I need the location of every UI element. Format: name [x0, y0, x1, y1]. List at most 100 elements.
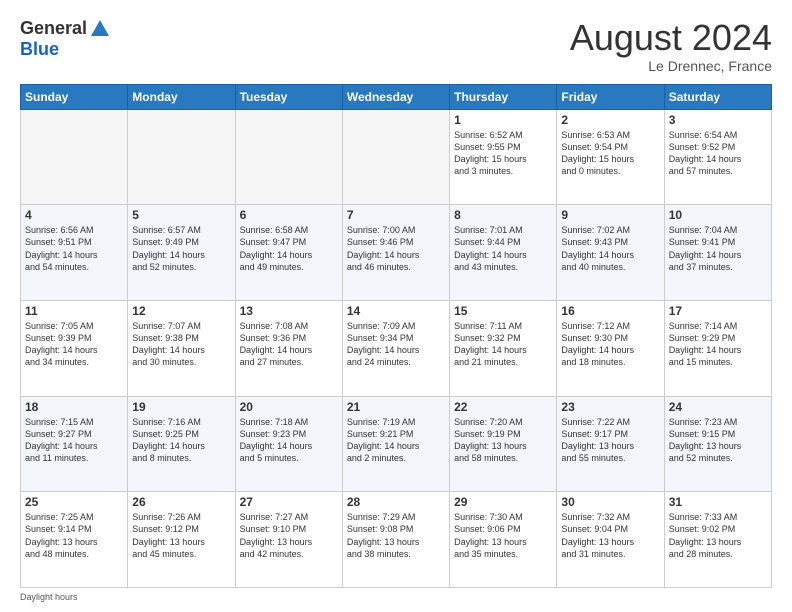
col-header-tuesday: Tuesday: [235, 84, 342, 109]
calendar-cell: 9 Sunrise: 7:02 AMSunset: 9:43 PMDaylight…: [557, 205, 664, 301]
day-number: 23: [561, 400, 659, 414]
col-header-wednesday: Wednesday: [342, 84, 449, 109]
day-number: 10: [669, 208, 767, 222]
calendar-cell: [128, 109, 235, 205]
day-number: 5: [132, 208, 230, 222]
day-number: 15: [454, 304, 552, 318]
day-info: Sunrise: 7:14 AMSunset: 9:29 PMDaylight:…: [669, 320, 767, 369]
day-number: 3: [669, 113, 767, 127]
calendar-cell: 13 Sunrise: 7:08 AMSunset: 9:36 PMDayligh…: [235, 300, 342, 396]
day-number: 4: [25, 208, 123, 222]
calendar-week-5: 25Sunrise: 7:25 AMSunset: 9:14 PMDayligh…: [21, 492, 772, 588]
footer: Daylight hours: [20, 592, 772, 602]
calendar-week-4: 18 Sunrise: 7:15 AMSunset: 9:27 PMDayligh…: [21, 396, 772, 492]
day-info: Sunrise: 7:02 AMSunset: 9:43 PMDaylight:…: [561, 224, 659, 273]
day-info: Sunrise: 7:04 AMSunset: 9:41 PMDaylight:…: [669, 224, 767, 273]
calendar-cell: 19 Sunrise: 7:16 AMSunset: 9:25 PMDayligh…: [128, 396, 235, 492]
day-info: Sunrise: 7:16 AMSunset: 9:25 PMDaylight:…: [132, 416, 230, 465]
calendar-cell: 16Sunrise: 7:12 AMSunset: 9:30 PMDayligh…: [557, 300, 664, 396]
day-number: 19: [132, 400, 230, 414]
calendar-cell: 23 Sunrise: 7:22 AMSunset: 9:17 PMDayligh…: [557, 396, 664, 492]
calendar-cell: 14 Sunrise: 7:09 AMSunset: 9:34 PMDayligh…: [342, 300, 449, 396]
daylight-label: Daylight hours: [20, 592, 78, 602]
day-number: 28: [347, 495, 445, 509]
day-info: Sunrise: 6:57 AMSunset: 9:49 PMDaylight:…: [132, 224, 230, 273]
calendar-week-3: 11 Sunrise: 7:05 AMSunset: 9:39 PMDayligh…: [21, 300, 772, 396]
day-info: Sunrise: 7:01 AMSunset: 9:44 PMDaylight:…: [454, 224, 552, 273]
logo: General Blue: [20, 18, 111, 60]
calendar-cell: 31 Sunrise: 7:33 AMSunset: 9:02 PMDayligh…: [664, 492, 771, 588]
calendar-cell: 18 Sunrise: 7:15 AMSunset: 9:27 PMDayligh…: [21, 396, 128, 492]
calendar-cell: 8 Sunrise: 7:01 AMSunset: 9:44 PMDaylight…: [450, 205, 557, 301]
day-number: 2: [561, 113, 659, 127]
day-info: Sunrise: 7:29 AMSunset: 9:08 PMDaylight:…: [347, 511, 445, 560]
calendar-cell: 17 Sunrise: 7:14 AMSunset: 9:29 PMDayligh…: [664, 300, 771, 396]
day-info: Sunrise: 7:26 AMSunset: 9:12 PMDaylight:…: [132, 511, 230, 560]
calendar-cell: 30 Sunrise: 7:32 AMSunset: 9:04 PMDayligh…: [557, 492, 664, 588]
day-info: Sunrise: 7:20 AMSunset: 9:19 PMDaylight:…: [454, 416, 552, 465]
calendar-cell: 7 Sunrise: 7:00 AMSunset: 9:46 PMDaylight…: [342, 205, 449, 301]
calendar-cell: 15Sunrise: 7:11 AMSunset: 9:32 PMDayligh…: [450, 300, 557, 396]
day-number: 30: [561, 495, 659, 509]
day-number: 29: [454, 495, 552, 509]
day-number: 26: [132, 495, 230, 509]
calendar-cell: 10 Sunrise: 7:04 AMSunset: 9:41 PMDayligh…: [664, 205, 771, 301]
logo-general: General: [20, 19, 87, 39]
calendar-cell: 2 Sunrise: 6:53 AMSunset: 9:54 PMDaylight…: [557, 109, 664, 205]
calendar-cell: 5 Sunrise: 6:57 AMSunset: 9:49 PMDaylight…: [128, 205, 235, 301]
day-number: 14: [347, 304, 445, 318]
calendar-cell: 21Sunrise: 7:19 AMSunset: 9:21 PMDayligh…: [342, 396, 449, 492]
day-info: Sunrise: 7:33 AMSunset: 9:02 PMDaylight:…: [669, 511, 767, 560]
day-number: 18: [25, 400, 123, 414]
day-info: Sunrise: 6:56 AMSunset: 9:51 PMDaylight:…: [25, 224, 123, 273]
calendar-cell: [235, 109, 342, 205]
day-info: Sunrise: 6:54 AMSunset: 9:52 PMDaylight:…: [669, 129, 767, 178]
day-info: Sunrise: 7:05 AMSunset: 9:39 PMDaylight:…: [25, 320, 123, 369]
day-number: 7: [347, 208, 445, 222]
calendar-week-2: 4 Sunrise: 6:56 AMSunset: 9:51 PMDaylight…: [21, 205, 772, 301]
day-number: 27: [240, 495, 338, 509]
day-info: Sunrise: 7:09 AMSunset: 9:34 PMDaylight:…: [347, 320, 445, 369]
day-number: 13: [240, 304, 338, 318]
day-number: 8: [454, 208, 552, 222]
day-number: 12: [132, 304, 230, 318]
calendar-cell: 1Sunrise: 6:52 AMSunset: 9:55 PMDaylight…: [450, 109, 557, 205]
day-info: Sunrise: 7:22 AMSunset: 9:17 PMDaylight:…: [561, 416, 659, 465]
col-header-thursday: Thursday: [450, 84, 557, 109]
day-number: 17: [669, 304, 767, 318]
day-info: Sunrise: 6:58 AMSunset: 9:47 PMDaylight:…: [240, 224, 338, 273]
calendar-cell: [342, 109, 449, 205]
day-info: Sunrise: 7:25 AMSunset: 9:14 PMDaylight:…: [25, 511, 123, 560]
day-number: 1: [454, 113, 552, 127]
day-info: Sunrise: 7:23 AMSunset: 9:15 PMDaylight:…: [669, 416, 767, 465]
calendar-cell: 6Sunrise: 6:58 AMSunset: 9:47 PMDaylight…: [235, 205, 342, 301]
calendar-cell: 4 Sunrise: 6:56 AMSunset: 9:51 PMDaylight…: [21, 205, 128, 301]
header: General Blue August 2024 Le Drennec, Fra…: [20, 18, 772, 74]
day-info: Sunrise: 7:08 AMSunset: 9:36 PMDaylight:…: [240, 320, 338, 369]
calendar-cell: 20Sunrise: 7:18 AMSunset: 9:23 PMDayligh…: [235, 396, 342, 492]
day-number: 11: [25, 304, 123, 318]
day-info: Sunrise: 7:30 AMSunset: 9:06 PMDaylight:…: [454, 511, 552, 560]
day-info: Sunrise: 7:15 AMSunset: 9:27 PMDaylight:…: [25, 416, 123, 465]
calendar-cell: 22 Sunrise: 7:20 AMSunset: 9:19 PMDayligh…: [450, 396, 557, 492]
day-number: 31: [669, 495, 767, 509]
calendar-subtitle: Le Drennec, France: [570, 58, 772, 74]
day-number: 22: [454, 400, 552, 414]
title-block: August 2024 Le Drennec, France: [570, 18, 772, 74]
day-info: Sunrise: 7:07 AMSunset: 9:38 PMDaylight:…: [132, 320, 230, 369]
day-info: Sunrise: 6:53 AMSunset: 9:54 PMDaylight:…: [561, 129, 659, 178]
day-info: Sunrise: 7:18 AMSunset: 9:23 PMDaylight:…: [240, 416, 338, 465]
calendar-cell: 24Sunrise: 7:23 AMSunset: 9:15 PMDayligh…: [664, 396, 771, 492]
day-info: Sunrise: 7:00 AMSunset: 9:46 PMDaylight:…: [347, 224, 445, 273]
page: General Blue August 2024 Le Drennec, Fra…: [0, 0, 792, 612]
calendar-cell: 27 Sunrise: 7:27 AMSunset: 9:10 PMDayligh…: [235, 492, 342, 588]
calendar-cell: 25Sunrise: 7:25 AMSunset: 9:14 PMDayligh…: [21, 492, 128, 588]
day-info: Sunrise: 7:27 AMSunset: 9:10 PMDaylight:…: [240, 511, 338, 560]
calendar-week-1: 1Sunrise: 6:52 AMSunset: 9:55 PMDaylight…: [21, 109, 772, 205]
day-info: Sunrise: 7:12 AMSunset: 9:30 PMDaylight:…: [561, 320, 659, 369]
day-number: 9: [561, 208, 659, 222]
day-info: Sunrise: 7:32 AMSunset: 9:04 PMDaylight:…: [561, 511, 659, 560]
calendar-cell: 3 Sunrise: 6:54 AMSunset: 9:52 PMDaylight…: [664, 109, 771, 205]
calendar-cell: 28 Sunrise: 7:29 AMSunset: 9:08 PMDayligh…: [342, 492, 449, 588]
logo-icon: [89, 18, 111, 40]
